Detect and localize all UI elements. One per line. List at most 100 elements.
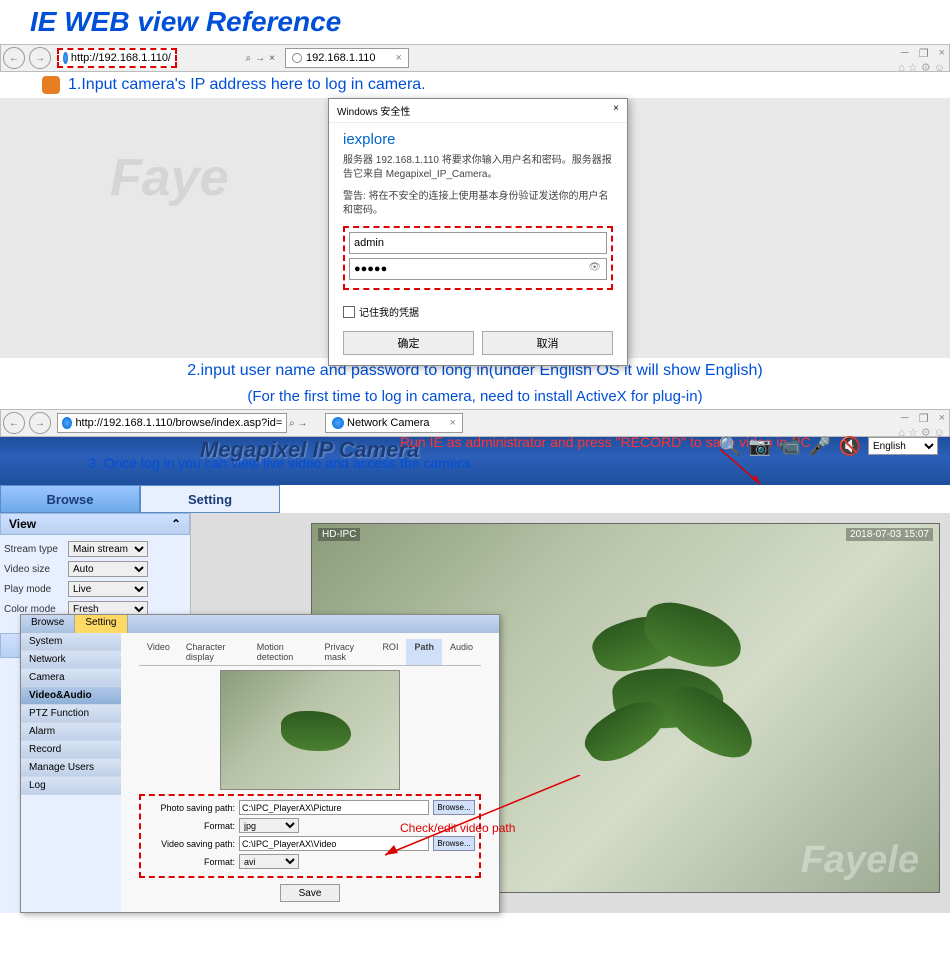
fwd-icon[interactable]: → xyxy=(29,47,51,69)
password-field[interactable] xyxy=(349,258,607,280)
record-icon[interactable]: 📹 xyxy=(778,434,802,458)
play-select[interactable]: Live xyxy=(68,581,148,597)
sidebar-item-alarm[interactable]: Alarm xyxy=(21,723,121,741)
video-timestamp: 2018-07-03 15:07 xyxy=(846,528,933,541)
tab-setting[interactable]: Setting xyxy=(140,485,280,513)
minimize-icon[interactable]: ─ xyxy=(901,47,909,60)
auth-inputs-highlight: 👁 xyxy=(343,226,613,290)
sidebar-item-record[interactable]: Record xyxy=(21,741,121,759)
subtab-audio[interactable]: Audio xyxy=(442,639,481,665)
chevron-icon: ⌃ xyxy=(171,517,181,531)
close-icon[interactable]: × xyxy=(396,52,402,64)
video-label: HD-IPC xyxy=(318,528,360,541)
stream-select[interactable]: Main stream xyxy=(68,541,148,557)
tab-label: 192.168.1.110 xyxy=(306,52,376,64)
size-select[interactable]: Auto xyxy=(68,561,148,577)
auth-dialog: Windows 安全性× iexplore 服务器 192.168.1.110 … xyxy=(328,98,628,366)
close-icon[interactable]: × xyxy=(613,103,619,118)
url-input-1[interactable]: http://192.168.1.110/ xyxy=(57,48,177,68)
subtab-chardisp[interactable]: Character display xyxy=(178,639,249,665)
browser-extras: ⌂ ☆ ⚙ ☺ xyxy=(898,61,945,74)
checkbox-icon[interactable] xyxy=(343,306,355,318)
window-controls: ─ ❐ × xyxy=(901,412,945,425)
annotation-path: Check/edit video path xyxy=(400,821,515,835)
search-area[interactable]: ⌕ → xyxy=(289,418,319,429)
subtab-path[interactable]: Path xyxy=(406,639,442,665)
sidebar-item-videoaudio[interactable]: Video&Audio xyxy=(21,687,121,705)
mic-icon[interactable]: 🎤 xyxy=(808,434,832,458)
annotation-3: 3. Once log in you can view live video a… xyxy=(88,455,474,471)
browse-button[interactable]: Browse... xyxy=(433,836,475,851)
format-label: Format: xyxy=(145,857,235,867)
sidebar-item-system[interactable]: System xyxy=(21,633,121,651)
camera-tabs: Browse Setting xyxy=(0,485,950,513)
snapshot-icon[interactable]: 📷 xyxy=(748,434,772,458)
back-icon[interactable]: ← xyxy=(3,412,25,434)
tab-icon xyxy=(292,53,302,63)
fwd-icon[interactable]: → xyxy=(29,412,51,434)
close-icon[interactable]: × xyxy=(450,417,456,429)
popup-tabs: Browse Setting xyxy=(21,615,499,633)
url-text: http://192.168.1.110/browse/index.asp?id… xyxy=(75,417,282,429)
settings-popup: Browse Setting System Network Camera Vid… xyxy=(20,614,500,913)
photo-format-select[interactable]: jpg xyxy=(239,818,299,833)
cancel-button[interactable]: 取消 xyxy=(482,331,613,355)
browser-bar-2: ← → http://192.168.1.110/browse/index.as… xyxy=(0,409,950,437)
ok-button[interactable]: 确定 xyxy=(343,331,474,355)
window-controls: ─ ❐ × xyxy=(901,47,945,60)
video-path-input[interactable] xyxy=(239,836,429,851)
popup-subtabs: Video Character display Motion detection… xyxy=(139,639,481,666)
browser-tab-1[interactable]: 192.168.1.110 × xyxy=(285,48,409,68)
username-field[interactable] xyxy=(349,232,607,254)
popup-tab-browse[interactable]: Browse xyxy=(21,615,75,633)
eye-icon[interactable]: 👁 xyxy=(588,262,601,273)
auth-msg1: 服务器 192.168.1.110 将要求你输入用户名和密码。服务器报告它来自 … xyxy=(343,154,613,182)
camera-webui: Megapixel IP Camera Run IE as administra… xyxy=(0,437,950,913)
watermark-1: Faye xyxy=(110,148,229,208)
browse-button[interactable]: Browse... xyxy=(433,800,475,815)
stream-label: Stream type xyxy=(4,544,68,555)
view-section[interactable]: View⌃ xyxy=(0,513,190,535)
sidebar-item-network[interactable]: Network xyxy=(21,651,121,669)
subtab-video[interactable]: Video xyxy=(139,639,178,665)
page-title: IE WEB view Reference xyxy=(0,0,950,44)
url-text: http://192.168.1.110/ xyxy=(71,52,171,64)
watermark-2: Fayele xyxy=(801,839,919,882)
browser-tab-2[interactable]: Network Camera× xyxy=(325,413,463,433)
auth-app: iexplore xyxy=(343,131,613,148)
url-input-2[interactable]: http://192.168.1.110/browse/index.asp?id… xyxy=(57,413,287,433)
video-format-select[interactable]: avi xyxy=(239,854,299,869)
sidebar-item-log[interactable]: Log xyxy=(21,777,121,795)
maximize-icon[interactable]: ❐ xyxy=(919,47,929,60)
minimize-icon[interactable]: ─ xyxy=(901,412,909,425)
popup-tab-setting[interactable]: Setting xyxy=(75,615,127,633)
tab-browse[interactable]: Browse xyxy=(0,485,140,513)
camera-header: Megapixel IP Camera Run IE as administra… xyxy=(0,437,950,485)
sidebar-item-camera[interactable]: Camera xyxy=(21,669,121,687)
close-window-icon[interactable]: × xyxy=(939,47,945,60)
ie-icon xyxy=(63,52,68,64)
save-button[interactable]: Save xyxy=(280,884,340,902)
annotation-activex: (For the first time to log in camera, ne… xyxy=(0,384,950,409)
back-icon[interactable]: ← xyxy=(3,47,25,69)
video-toolbar: 🔍 📷 📹 🎤 🔇 English xyxy=(718,434,938,458)
subtab-roi[interactable]: ROI xyxy=(374,639,406,665)
sidebar-item-ptz[interactable]: PTZ Function xyxy=(21,705,121,723)
subtab-motion[interactable]: Motion detection xyxy=(249,639,317,665)
close-window-icon[interactable]: × xyxy=(939,412,945,425)
color-label: Color mode xyxy=(4,604,68,615)
ie-icon xyxy=(62,417,72,429)
sidebar-item-users[interactable]: Manage Users xyxy=(21,759,121,777)
search-area[interactable]: ⌕ → × xyxy=(179,53,279,64)
paths-highlight: Photo saving path: Browse... Format: jpg V… xyxy=(139,794,481,878)
photo-path-label: Photo saving path: xyxy=(145,803,235,813)
subtab-privacy[interactable]: Privacy mask xyxy=(317,639,375,665)
video-path-label: Video saving path: xyxy=(145,839,235,849)
zoom-icon[interactable]: 🔍 xyxy=(718,434,742,458)
maximize-icon[interactable]: ❐ xyxy=(919,412,929,425)
page-body-1: Faye Windows 安全性× iexplore 服务器 192.168.1… xyxy=(0,98,950,358)
language-select[interactable]: English xyxy=(868,437,938,455)
mute-icon[interactable]: 🔇 xyxy=(838,434,862,458)
photo-path-input[interactable] xyxy=(239,800,429,815)
remember-row[interactable]: 记住我的凭据 xyxy=(329,298,627,325)
